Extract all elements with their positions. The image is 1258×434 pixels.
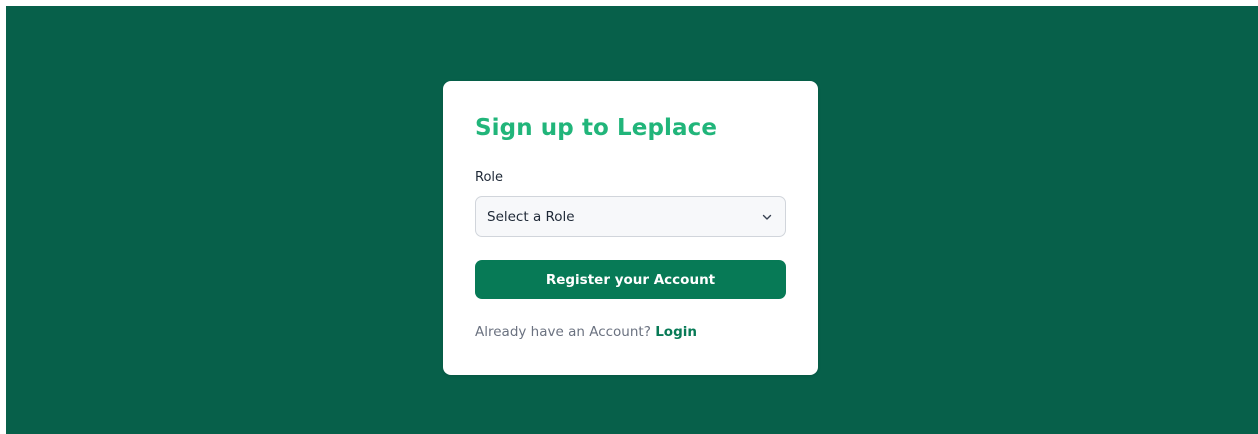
role-label: Role — [475, 170, 504, 185]
role-select-value: Select a Role — [487, 208, 575, 225]
login-link[interactable]: Login — [655, 324, 697, 340]
login-prompt-text: Already have an Account? — [475, 324, 651, 340]
login-prompt: Already have an Account? Login — [475, 324, 697, 340]
role-select[interactable]: Select a Role — [475, 196, 786, 237]
page-title: Sign up to Leplace — [475, 115, 718, 141]
page-background: Sign up to Leplace Role Select a Role Re… — [6, 6, 1258, 434]
signup-card: Sign up to Leplace Role Select a Role Re… — [443, 81, 818, 375]
chevron-down-icon — [762, 214, 772, 220]
register-button[interactable]: Register your Account — [475, 260, 786, 299]
